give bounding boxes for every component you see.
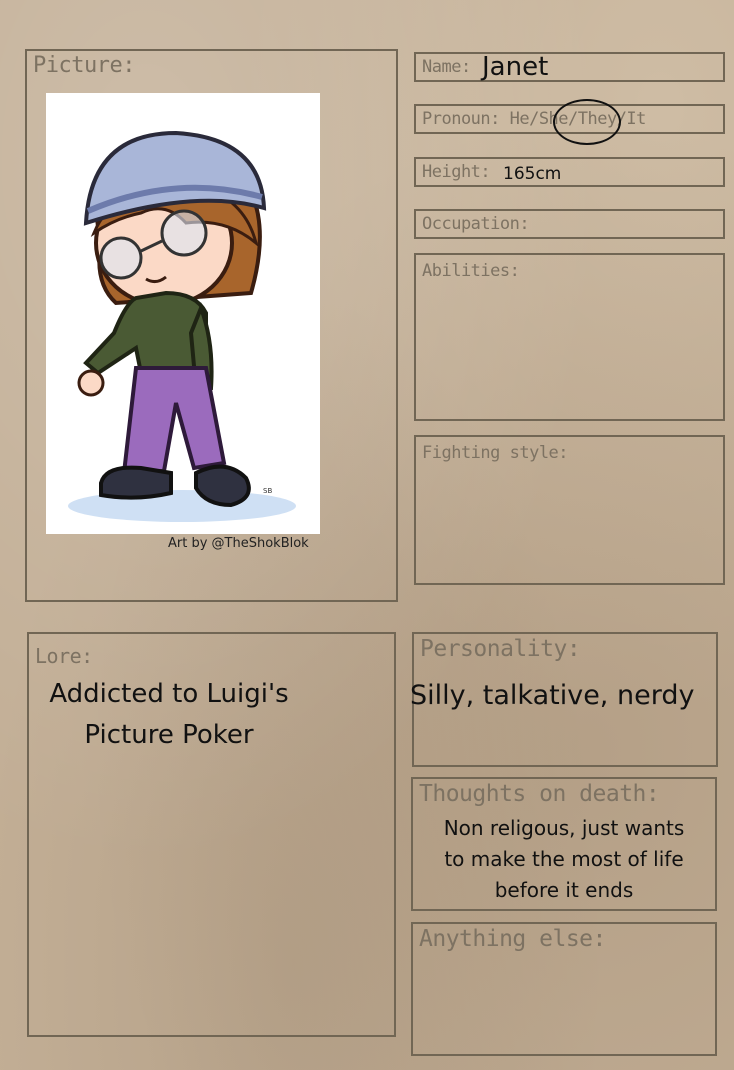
anything-else-label: Anything else: [419, 926, 606, 952]
svg-text:SB: SB [263, 487, 272, 495]
anything-else-field: Anything else: [411, 922, 717, 1056]
pronoun-circle: She [553, 99, 621, 145]
occupation-field: Occupation: [414, 209, 725, 239]
character-portrait: SB [46, 93, 320, 534]
height-field: Height: 165cm [414, 157, 725, 187]
name-value: Janet [482, 52, 549, 82]
personality-label: Personality: [420, 636, 581, 662]
fighting-style-field: Fighting style: [414, 435, 725, 585]
name-field: Name: Janet [414, 52, 725, 82]
personality-field: Personality: Silly, talkative, nerdy [410, 632, 718, 767]
lore-label: Lore: [35, 644, 93, 668]
name-label: Name: [422, 57, 471, 77]
pronoun-circled-value: She [555, 101, 556, 102]
height-value: 165cm [503, 164, 562, 184]
thoughts-on-death-value: Non religous, just wants to make the mos… [443, 816, 685, 902]
lore-field: Lore: Addicted to Luigi's Picture Poker [27, 632, 396, 1037]
personality-value: Silly, talkative, nerdy [410, 680, 695, 711]
abilities-field: Abilities: [414, 253, 725, 421]
abilities-label: Abilities: [422, 261, 520, 281]
thoughts-on-death-field: Thoughts on death: Non religous, just wa… [411, 777, 717, 911]
height-label: Height: [422, 162, 491, 182]
art-credit: Art by @TheShokBlok [168, 536, 309, 551]
occupation-label: Occupation: [422, 214, 530, 234]
fighting-style-label: Fighting style: [422, 443, 569, 463]
thoughts-on-death-label: Thoughts on death: [419, 781, 660, 807]
picture-label: Picture: [33, 53, 135, 78]
character-illustration: SB [68, 130, 296, 522]
lore-value: Addicted to Luigi's Picture Poker [49, 679, 289, 750]
